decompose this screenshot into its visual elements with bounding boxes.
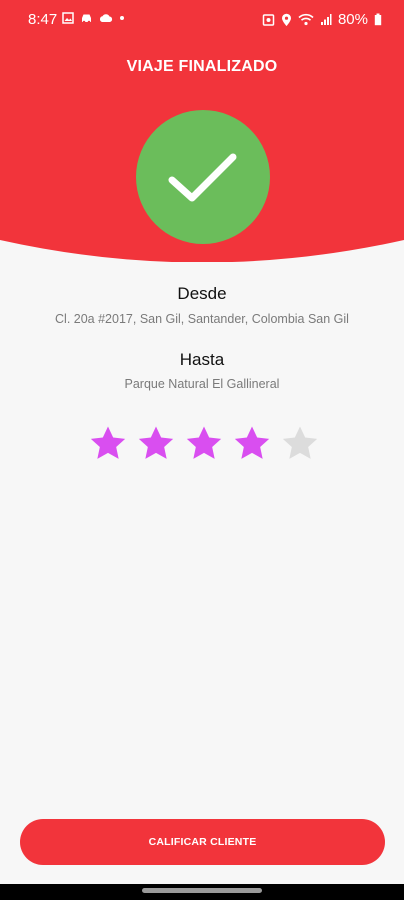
- success-check-badge: [136, 110, 270, 244]
- location-icon: [281, 13, 291, 26]
- to-address: Parque Natural El Gallineral: [124, 377, 280, 391]
- star-empty-icon[interactable]: [280, 424, 320, 464]
- signal-icon: [320, 14, 332, 25]
- to-label: Hasta: [179, 350, 225, 369]
- star-filled-icon[interactable]: [136, 424, 176, 464]
- status-bar: 8:47 80%: [0, 0, 404, 40]
- dot-icon: [120, 16, 124, 20]
- status-right-icons: 80%: [262, 11, 382, 28]
- battery-icon: [374, 13, 382, 26]
- rate-client-button[interactable]: CALIFICAR CLIENTE: [20, 819, 385, 865]
- checkmark-icon: [168, 153, 237, 202]
- header: 8:47 80% VIAJE FINALIZADO: [0, 0, 404, 262]
- gallery-icon: [62, 12, 74, 24]
- star-filled-icon[interactable]: [88, 424, 128, 464]
- status-left-icons: [62, 12, 125, 24]
- page-title: VIAJE FINALIZADO: [126, 58, 278, 75]
- wifi-icon: [298, 13, 314, 26]
- from-label: Desde: [177, 284, 227, 303]
- status-time: 8:47: [28, 11, 58, 28]
- battery-percent: 80%: [337, 11, 368, 28]
- alarm-icon: [262, 14, 275, 26]
- star-filled-icon[interactable]: [184, 424, 224, 464]
- cloud-icon: [99, 14, 113, 22]
- home-gesture-handle[interactable]: [142, 888, 262, 893]
- car-icon: [82, 14, 91, 23]
- star-rating[interactable]: [88, 424, 320, 464]
- navigation-bar: [0, 884, 404, 900]
- star-filled-icon[interactable]: [232, 424, 272, 464]
- from-address: Cl. 20a #2017, San Gil, Santander, Colom…: [55, 312, 349, 326]
